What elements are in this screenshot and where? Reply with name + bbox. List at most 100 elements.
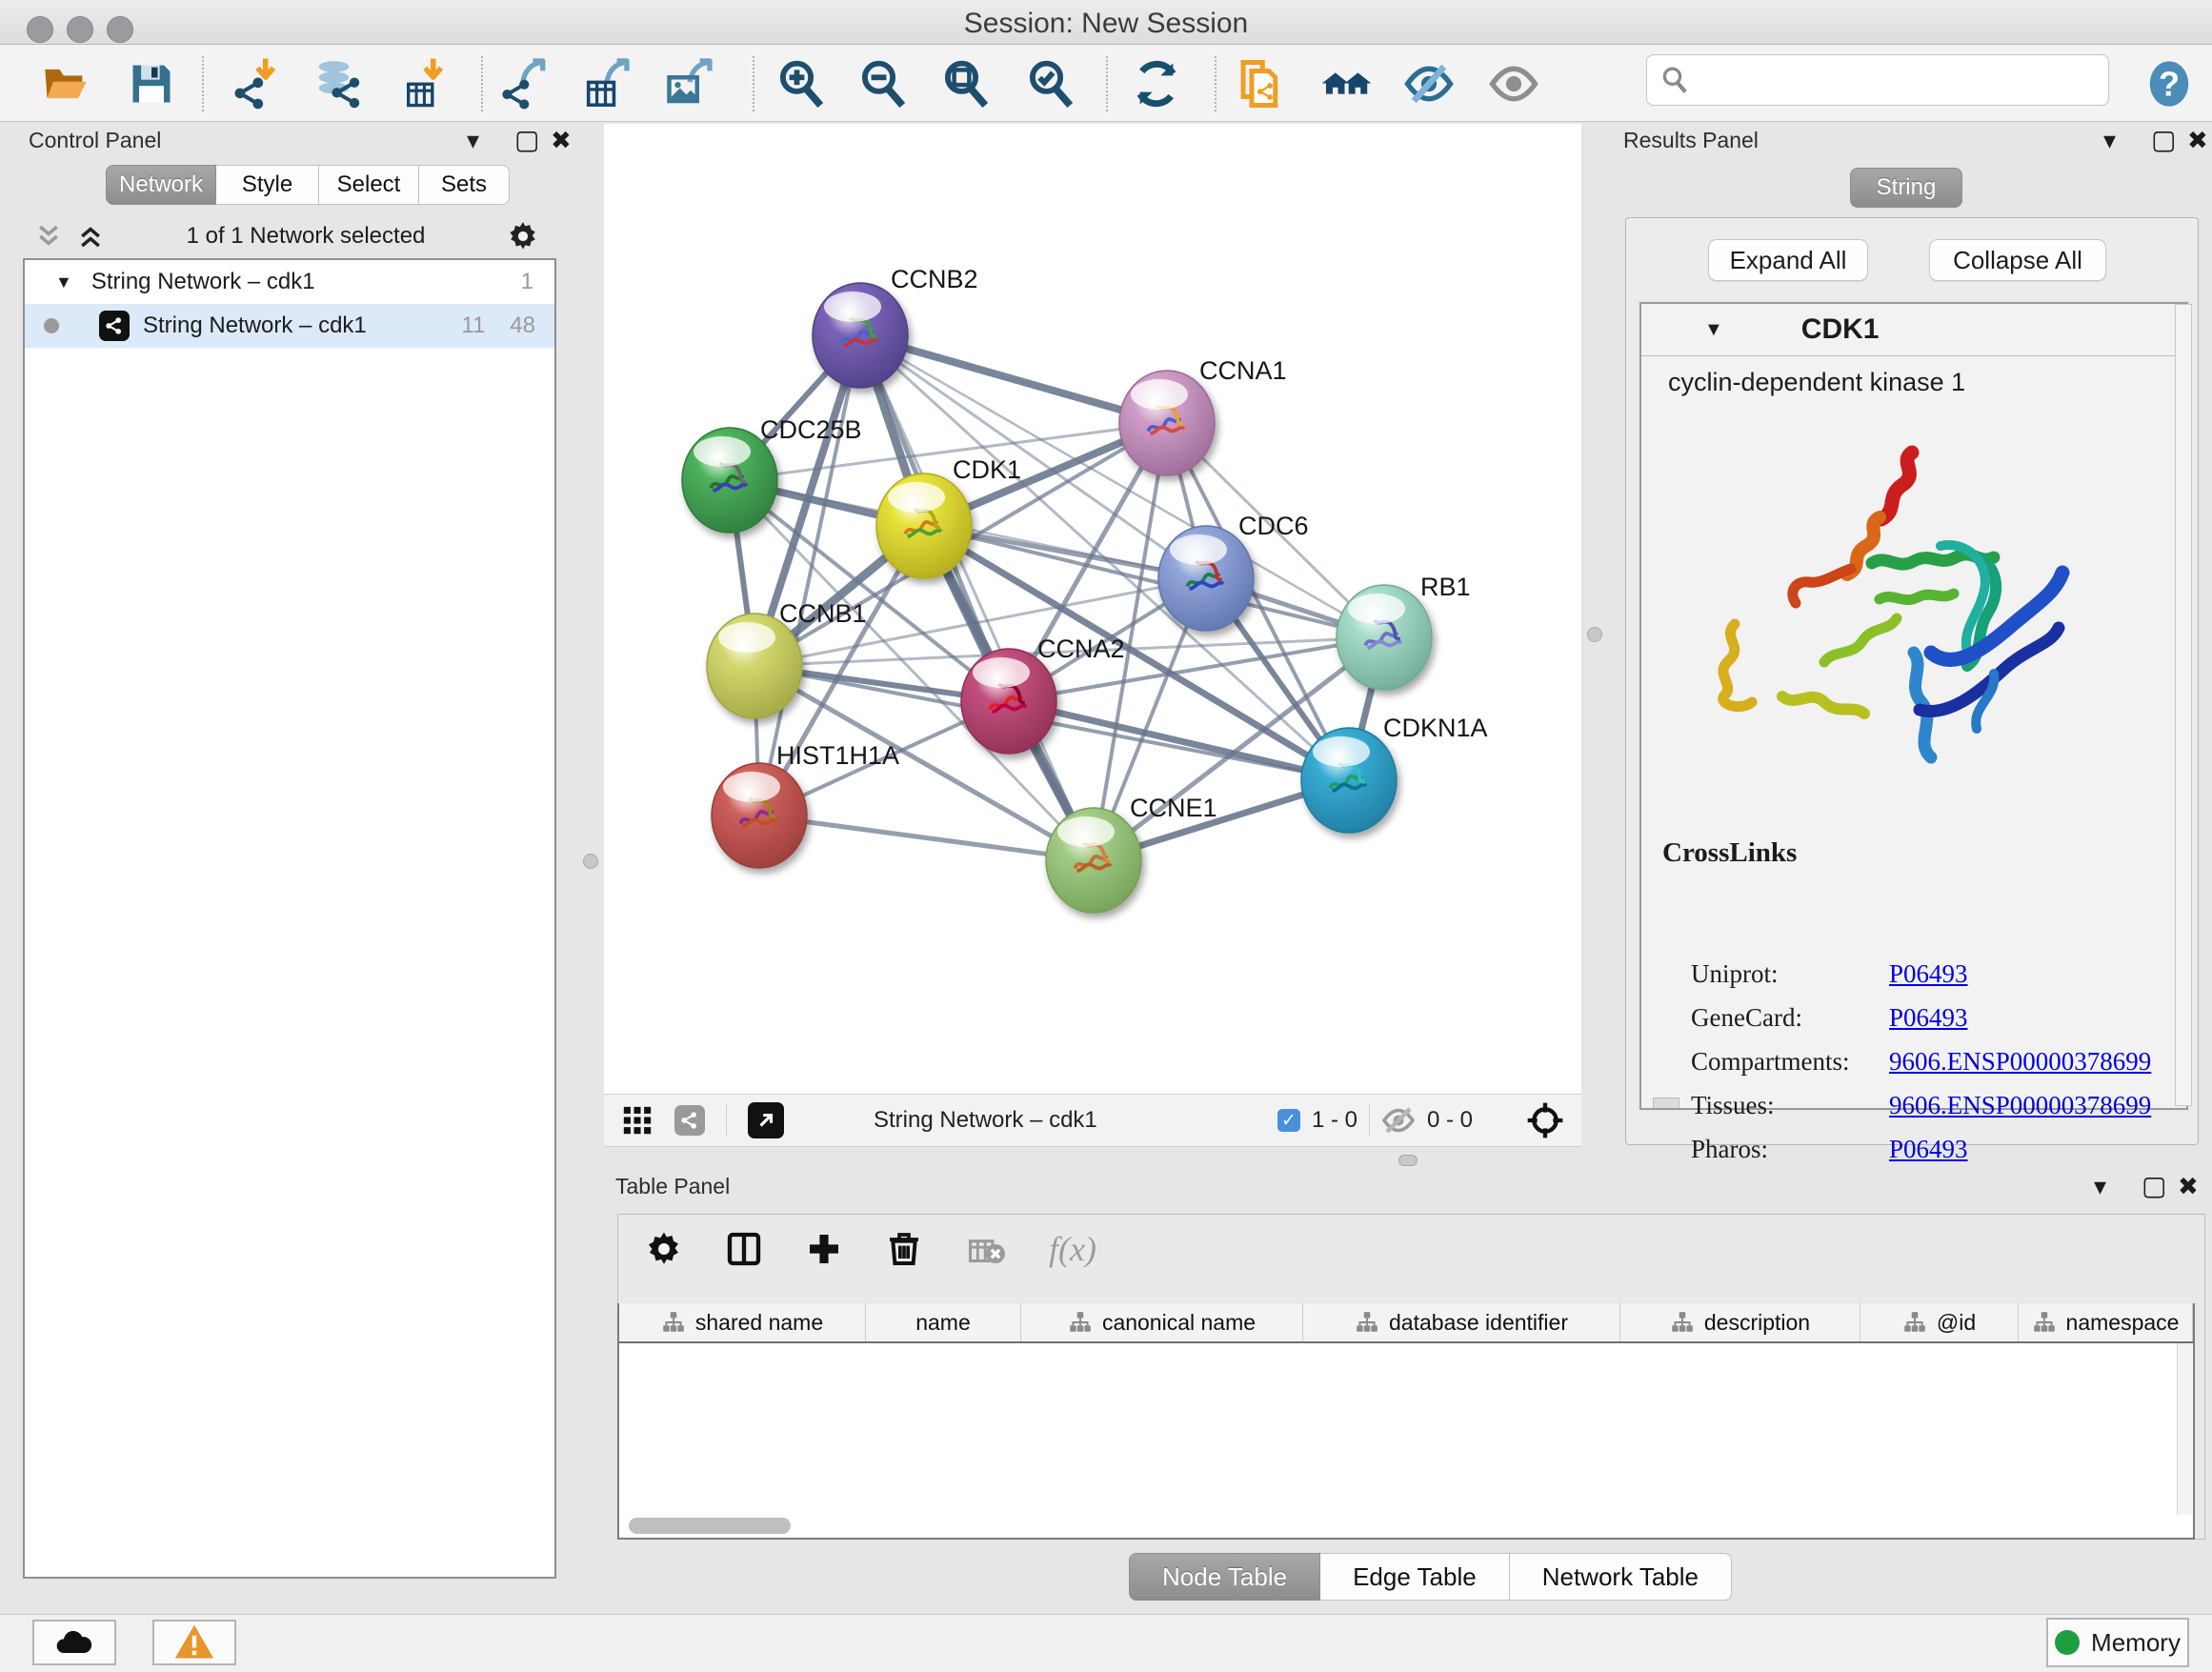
close-panel-icon[interactable]: ✖ (2178, 1172, 2199, 1201)
close-panel-icon[interactable]: ✖ (551, 126, 572, 155)
current-network-dot-icon (44, 318, 59, 333)
crosslink-value-link[interactable]: P06493 (1889, 1003, 1968, 1033)
home-icon[interactable] (1319, 58, 1371, 110)
import-table-icon[interactable] (400, 58, 452, 110)
tab-select[interactable]: Select (319, 165, 419, 205)
results-vertical-scrollbar[interactable] (2175, 304, 2192, 1106)
collapse-all-button[interactable]: Collapse All (1929, 239, 2106, 281)
float-panel-icon[interactable]: ▾ (2094, 1172, 2106, 1201)
expand-all-button[interactable]: Expand All (1708, 239, 1868, 281)
network-node-CCNB1[interactable]: CCNB1 (707, 599, 867, 718)
function-builder-icon[interactable]: f(x) (1049, 1229, 1096, 1269)
save-session-icon[interactable] (126, 58, 177, 110)
network-collection-row[interactable]: ▼ String Network – cdk1 1 (25, 260, 554, 304)
table-tab-edge-table[interactable]: Edge Table (1320, 1553, 1510, 1601)
node-label-CCNB1: CCNB1 (779, 599, 867, 628)
network-node-HIST1H1A[interactable]: HIST1H1A (712, 741, 899, 868)
memory-button[interactable]: Memory (2046, 1618, 2189, 1667)
refresh-icon[interactable] (1131, 58, 1182, 110)
table-tab-network-table[interactable]: Network Table (1510, 1553, 1732, 1601)
import-network-database-icon[interactable] (312, 58, 364, 110)
tab-sets[interactable]: Sets (419, 165, 510, 205)
shared-column-icon (1902, 1310, 1927, 1335)
import-network-file-icon[interactable] (232, 58, 284, 110)
collapse-all-icon[interactable] (34, 222, 63, 251)
export-table-icon[interactable] (582, 58, 633, 110)
tab-network[interactable]: Network (106, 165, 216, 205)
column-header-shared-name[interactable]: shared name (619, 1303, 866, 1341)
warnings-button[interactable] (152, 1620, 236, 1665)
clone-network-icon[interactable] (1235, 58, 1286, 110)
help-icon[interactable]: ? (2143, 58, 2195, 110)
left-splitter-handle[interactable] (583, 854, 598, 869)
table-options-gear-icon[interactable] (645, 1230, 683, 1268)
crosslink-value-link[interactable]: 9606.ENSP00000378699 (1889, 1091, 2151, 1120)
maximize-panel-icon[interactable]: ▢ (2151, 124, 2176, 155)
column-header-name[interactable]: name (866, 1303, 1021, 1341)
network-node-RB1[interactable]: RB1 (1337, 573, 1471, 690)
tab-style[interactable]: Style (216, 165, 319, 205)
zoom-out-icon[interactable] (857, 58, 909, 110)
toolbar-separator (202, 56, 204, 111)
network-node-CCNB2[interactable]: CCNB2 (813, 265, 978, 388)
node-label-RB1: RB1 (1420, 573, 1471, 601)
cloud-button[interactable] (32, 1620, 116, 1665)
bottom-splitter-handle[interactable] (1398, 1155, 1418, 1166)
column-header-description[interactable]: description (1620, 1303, 1860, 1341)
crosslink-value-link[interactable]: P06493 (1889, 1135, 1968, 1164)
maximize-panel-icon[interactable]: ▢ (514, 124, 539, 155)
toolbar-separator (481, 56, 483, 111)
table-tab-node-table[interactable]: Node Table (1129, 1553, 1320, 1601)
show-graphics-details-icon[interactable] (1403, 58, 1455, 110)
crosslink-value-link[interactable]: 9606.ENSP00000378699 (1889, 1047, 2151, 1077)
add-column-icon[interactable] (805, 1230, 843, 1268)
export-network-icon[interactable] (500, 58, 552, 110)
network-options-gear-icon[interactable] (507, 220, 539, 252)
node-label-CCNA1: CCNA1 (1199, 356, 1287, 385)
node-label-CDC25B: CDC25B (760, 415, 862, 444)
collection-caret-icon[interactable]: ▼ (55, 272, 72, 292)
network-node-CCNA1[interactable]: CCNA1 (1119, 356, 1287, 475)
zoom-fit-icon[interactable] (940, 58, 992, 110)
shared-column-icon (1670, 1310, 1695, 1335)
right-splitter-handle[interactable] (1587, 627, 1602, 642)
crosslink-label: Uniprot: (1691, 959, 1889, 989)
column-header-canonical-name[interactable]: canonical name (1021, 1303, 1303, 1341)
float-panel-icon[interactable]: ▾ (2103, 126, 2116, 155)
maximize-panel-icon[interactable]: ▢ (2142, 1170, 2166, 1201)
column-header-namespace[interactable]: namespace (2019, 1303, 2193, 1341)
shared-column-icon (1355, 1310, 1379, 1335)
network-row-selected[interactable]: String Network – cdk1 11 48 (25, 304, 554, 348)
zoom-in-icon[interactable] (775, 58, 827, 110)
grid-view-icon[interactable] (621, 1104, 654, 1137)
selected-checkbox-icon[interactable]: ✓ (1277, 1109, 1300, 1132)
crosslink-value-link[interactable]: P06493 (1889, 959, 1968, 989)
network-list: ▼ String Network – cdk1 1 String Network… (23, 258, 556, 1579)
column-header-database-identifier[interactable]: database identifier (1303, 1303, 1620, 1341)
string-view-icon[interactable] (674, 1105, 705, 1136)
delete-column-icon[interactable] (885, 1230, 923, 1268)
network-canvas[interactable]: CCNB2CCNA1CDC25BCDK1CDC6RB1CCNB1CCNA2CDK… (604, 124, 1581, 1094)
entry-caret-icon[interactable]: ▼ (1704, 319, 1723, 341)
close-panel-icon[interactable]: ✖ (2187, 126, 2208, 155)
show-columns-icon[interactable] (725, 1230, 763, 1268)
table-horizontal-scrollbar[interactable] (629, 1518, 791, 1534)
hidden-eye-icon[interactable] (1381, 1103, 1416, 1138)
column-header-@id[interactable]: @id (1860, 1303, 2019, 1341)
tab-string[interactable]: String (1850, 168, 1962, 208)
network-node-CDKN1A[interactable]: CDKN1A (1301, 714, 1488, 833)
network-node-CDK1[interactable]: CDK1 (876, 455, 1021, 578)
expand-all-icon[interactable] (76, 222, 105, 251)
table-vertical-scrollbar[interactable] (2177, 1343, 2192, 1515)
zoom-selected-icon[interactable] (1025, 58, 1076, 110)
delete-table-icon[interactable] (965, 1230, 1007, 1268)
birds-eye-view-icon[interactable] (748, 1102, 784, 1138)
export-image-icon[interactable] (665, 58, 716, 110)
search-box[interactable] (1646, 54, 2109, 106)
hide-graphics-details-icon[interactable] (1488, 58, 1539, 110)
crosshair-icon[interactable] (1526, 1101, 1564, 1139)
search-input[interactable] (1689, 66, 2093, 94)
float-panel-icon[interactable]: ▾ (467, 126, 479, 155)
control-panel-tabs: Network Style Select Sets (106, 165, 510, 203)
open-session-icon[interactable] (40, 58, 91, 110)
